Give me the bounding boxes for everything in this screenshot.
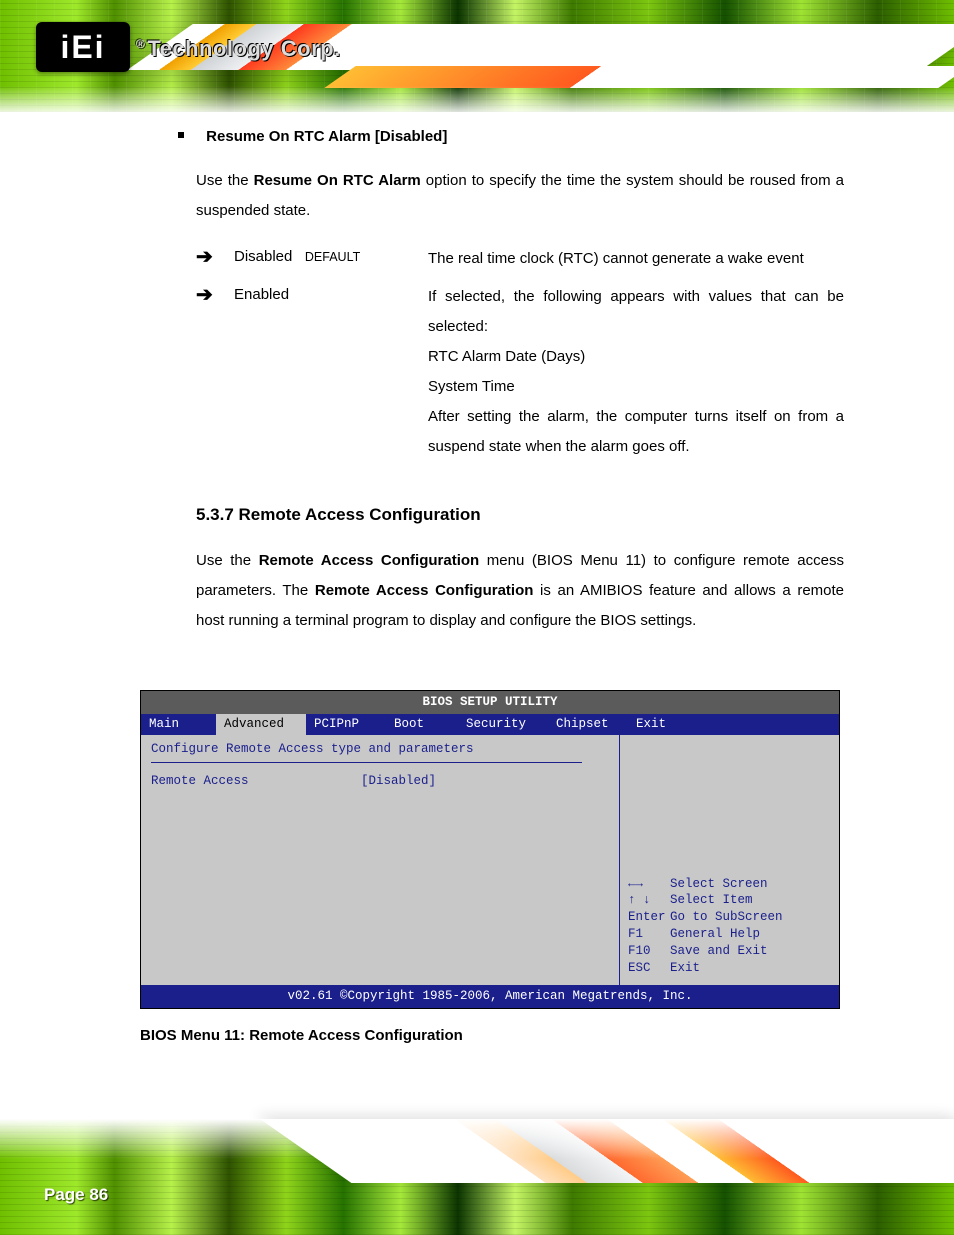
bios-help-row: ←→Select Screen [628, 876, 831, 893]
arrow-right-icon: ➔ [196, 244, 220, 270]
section-paragraph: Use the Remote Access Configuration menu… [196, 546, 844, 636]
bios-window: BIOS SETUP UTILITY Main Advanced PCIPnP … [140, 690, 840, 1009]
bios-body: Configure Remote Access type and paramet… [141, 735, 839, 985]
bios-tab-exit[interactable]: Exit [628, 714, 688, 735]
brand-logo-text: iEi [60, 31, 105, 63]
para-frag: Use the [196, 552, 259, 569]
option-heading: Resume On RTC Alarm [Disabled] [178, 122, 826, 152]
intro-pre: Use the [196, 172, 254, 189]
arrow-right-icon: ➔ [196, 282, 220, 308]
intro-bold: Resume On RTC Alarm [254, 172, 421, 189]
option-description: The real time clock (RTC) cannot generat… [428, 244, 844, 274]
option-intro: Use the Resume On RTC Alarm option to sp… [196, 166, 844, 226]
bios-left-pane: Configure Remote Access type and paramet… [141, 735, 619, 985]
brand-logo: iEi [36, 22, 130, 72]
bios-title-bar: BIOS SETUP UTILITY [141, 691, 839, 714]
bios-help-key: ESC [628, 960, 670, 977]
option-value-enabled: ➔ Enabled If selected, the following app… [196, 282, 844, 462]
bios-help-desc: Go to SubScreen [670, 909, 831, 926]
bios-help-key: ←→ [628, 876, 670, 893]
header-streak-secondary [324, 66, 954, 88]
bullet-icon [178, 132, 184, 138]
bios-setting-row[interactable]: Remote Access [Disabled] [151, 773, 609, 790]
bios-help-desc: Exit [670, 960, 831, 977]
footer-fade [0, 1119, 954, 1159]
bios-divider [151, 762, 582, 763]
bios-help-desc: Select Item [670, 892, 831, 909]
option-desc-line: System Time [428, 372, 844, 402]
option-default-tag: DEFAULT [305, 250, 360, 264]
brand-tagline: ®Technology Corp. [136, 36, 341, 62]
bios-tab-bar: Main Advanced PCIPnP Boot Security Chips… [141, 714, 839, 735]
bios-menu-figure: BIOS SETUP UTILITY Main Advanced PCIPnP … [140, 690, 840, 1044]
para-bold: Remote Access Configuration [315, 582, 534, 599]
bios-help-key: F10 [628, 943, 670, 960]
bios-help-row: F10Save and Exit [628, 943, 831, 960]
option-label: Disabled DEFAULT [220, 244, 428, 270]
option-values: ➔ Disabled DEFAULT The real time clock (… [196, 244, 844, 462]
page-number: Page 86 [44, 1185, 108, 1205]
footer-banner: Page 86 [0, 1119, 954, 1235]
bios-help-key: ↑ ↓ [628, 892, 670, 909]
bios-pane-heading: Configure Remote Access type and paramet… [151, 741, 609, 758]
bios-help-desc: Select Screen [670, 876, 831, 893]
bios-key-help: ←→Select Screen ↑ ↓Select Item EnterGo t… [628, 876, 831, 977]
para-frag: menu ( [479, 552, 537, 569]
bios-tab-boot[interactable]: Boot [386, 714, 458, 735]
bios-tab-security[interactable]: Security [458, 714, 548, 735]
option-value-disabled: ➔ Disabled DEFAULT The real time clock (… [196, 244, 844, 274]
option-label-text: Enabled [234, 286, 289, 303]
bios-help-row: F1General Help [628, 926, 831, 943]
bios-help-desc: General Help [670, 926, 831, 943]
bios-help-key: F1 [628, 926, 670, 943]
option-desc-line: If selected, the following appears with … [428, 282, 844, 342]
bios-footer: v02.61 ©Copyright 1985-2006, American Me… [141, 985, 839, 1008]
option-desc-line: RTC Alarm Date (Days) [428, 342, 844, 372]
bios-setting-key: Remote Access [151, 773, 361, 790]
option-label: Enabled [220, 282, 428, 308]
bios-help-row: ↑ ↓Select Item [628, 892, 831, 909]
bios-help-row: ESCExit [628, 960, 831, 977]
option-label-text: Disabled [234, 248, 292, 265]
trademark-symbol: ® [136, 37, 145, 51]
para-bold: Remote Access Configuration [259, 552, 480, 569]
bios-help-key: Enter [628, 909, 670, 926]
bios-help-desc: Save and Exit [670, 943, 831, 960]
option-description: If selected, the following appears with … [428, 282, 844, 462]
para-ref: BIOS Menu 11 [537, 552, 641, 569]
bios-tab-pcipnp[interactable]: PCIPnP [306, 714, 386, 735]
bios-help-row: EnterGo to SubScreen [628, 909, 831, 926]
bios-tab-chipset[interactable]: Chipset [548, 714, 628, 735]
bios-setting-value: [Disabled] [361, 773, 609, 790]
brand-tagline-text: Technology Corp. [147, 36, 340, 61]
bios-tab-main[interactable]: Main [141, 714, 216, 735]
bios-right-pane: ←→Select Screen ↑ ↓Select Item EnterGo t… [619, 735, 839, 985]
option-desc-line: After setting the alarm, the computer tu… [428, 402, 844, 462]
bios-figure-caption: BIOS Menu 11: Remote Access Configuratio… [140, 1027, 840, 1044]
option-heading-text: Resume On RTC Alarm [Disabled] [206, 128, 447, 145]
header-banner: iEi ®Technology Corp. [0, 0, 954, 112]
page-content: Resume On RTC Alarm [Disabled] Use the R… [0, 112, 954, 636]
bios-tab-advanced[interactable]: Advanced [216, 714, 306, 735]
section-heading: 5.3.7 Remote Access Configuration [196, 498, 844, 532]
